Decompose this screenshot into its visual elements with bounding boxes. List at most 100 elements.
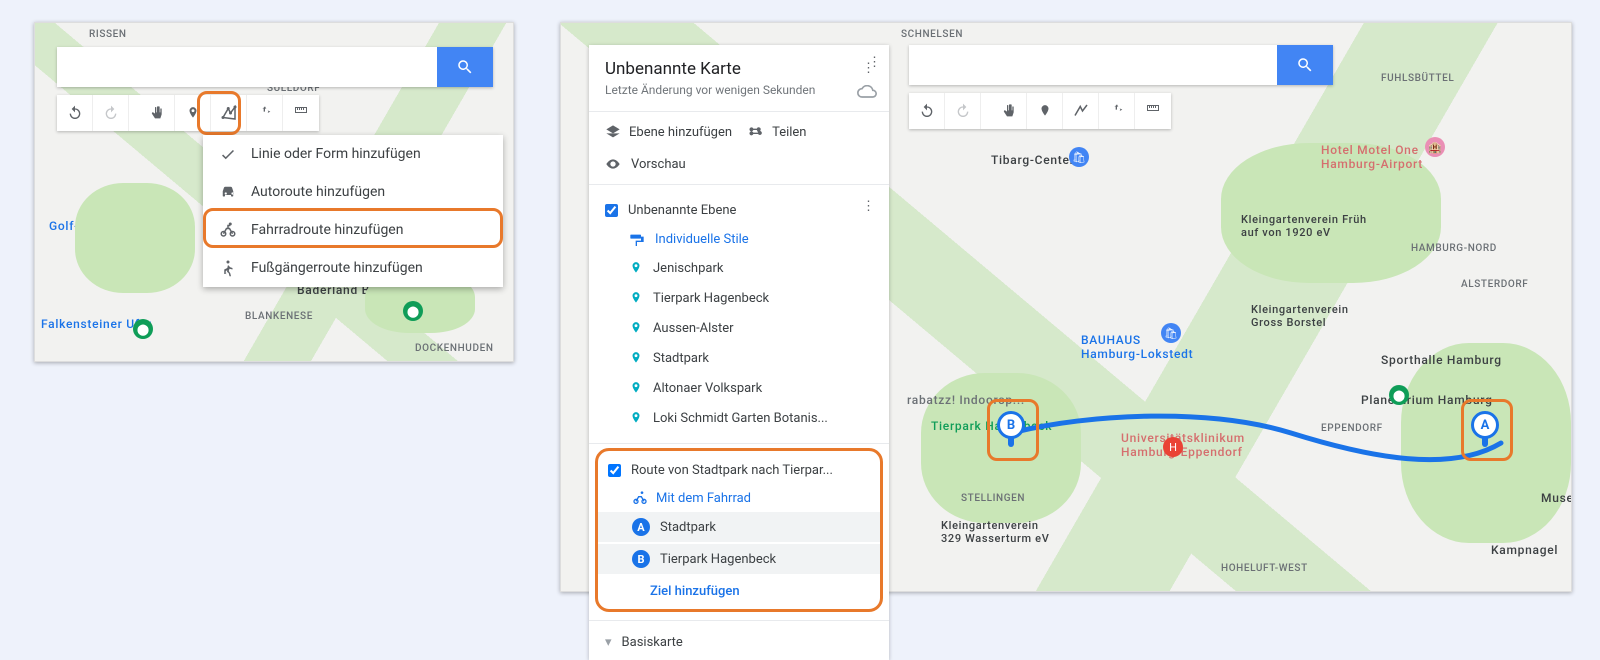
map-label: Sporthalle Hamburg [1381, 353, 1502, 367]
search-button[interactable] [437, 47, 493, 87]
map-label: HOHELUFT-WEST [1221, 563, 1308, 574]
map-label: Muse [1541, 491, 1571, 505]
map-label: Kleingartenverein Gross Borstel [1251, 303, 1371, 329]
route-name: Route von Stadtpark nach Tierpar... [631, 463, 833, 478]
layer-options-button[interactable]: ⋮ [858, 195, 879, 218]
add-layer-button[interactable]: Ebene hinzufügen [605, 124, 732, 140]
place-label: Aussen-Alster [653, 321, 734, 336]
map-poi[interactable]: ⬤ [133, 319, 153, 339]
route-mode[interactable]: Mit dem Fahrrad [598, 486, 880, 510]
route-visibility-checkbox[interactable] [608, 464, 621, 477]
map-subtitle: Letzte Änderung vor wenigen Sekunden [605, 83, 873, 97]
pin-icon [629, 289, 643, 307]
redo-button[interactable] [945, 93, 981, 129]
draw-dropdown: Linie oder Form hinzufügen Autoroute hin… [203, 135, 503, 287]
place-item[interactable]: Altonaer Volkspark [589, 373, 889, 403]
eye-icon [605, 156, 621, 172]
route-badge: B [632, 550, 650, 568]
pin-icon [629, 379, 643, 397]
undo-button[interactable] [57, 95, 93, 131]
pin-icon [629, 319, 643, 337]
poi-shopping[interactable]: 🛍 [1069, 147, 1089, 167]
pin-icon [629, 349, 643, 367]
map-label: Planetarium Hamburg [1361, 393, 1493, 407]
layer-visibility-checkbox[interactable] [605, 204, 618, 217]
map-title[interactable]: Unbenannte Karte [605, 59, 873, 79]
marker-button[interactable] [175, 95, 211, 131]
side-header: Unbenannte Karte Letzte Änderung vor wen… [589, 45, 889, 107]
draw-line-button[interactable] [1063, 93, 1099, 129]
marker-button[interactable] [1027, 93, 1063, 129]
pan-hand-button[interactable] [139, 95, 175, 131]
route-title-row[interactable]: Route von Stadtpark nach Tierpar... [598, 455, 880, 486]
dropdown-item-car[interactable]: Autoroute hinzufügen [203, 173, 503, 211]
route-point[interactable]: BTierpark Hagenbeck [598, 544, 880, 574]
draw-line-button[interactable] [211, 95, 247, 131]
place-item[interactable]: Stadtpark [589, 343, 889, 373]
layer-style-link[interactable]: Individuelle Stile [589, 226, 889, 253]
map-marker-a[interactable]: A [1471, 411, 1501, 449]
dropdown-item-walk[interactable]: Fußgängerroute hinzufügen [203, 249, 503, 287]
redo-button[interactable] [93, 95, 129, 131]
poi-hospital[interactable]: H [1163, 437, 1183, 457]
map-label: RISSEN [89, 29, 127, 40]
poi-hotel[interactable]: 🏨 [1425, 137, 1445, 157]
chevron-down-icon: ▾ [605, 635, 612, 650]
place-item[interactable]: Loki Schmidt Garten Botanis... [589, 403, 889, 433]
measure-button[interactable] [1135, 93, 1171, 129]
map-label: Kampnagel [1491, 543, 1558, 557]
map-label: SCHNELSEN [901, 29, 963, 40]
dropdown-item-bike[interactable]: Fahrradroute hinzufügen [203, 211, 503, 249]
map-poi[interactable]: ⬤ [403, 301, 423, 321]
place-label: Tierpark Hagenbeck [653, 291, 769, 306]
dropdown-label: Autoroute hinzufügen [251, 184, 385, 200]
cloud-sync-icon [857, 85, 877, 103]
pan-hand-button[interactable] [991, 93, 1027, 129]
search-input[interactable] [909, 45, 1277, 85]
search-icon [1296, 56, 1314, 74]
map-label: EPPENDORF [1321, 423, 1383, 434]
layer-block: ⋮ Unbenannte Ebene Individuelle Stile Je… [589, 189, 889, 439]
search-bar [57, 47, 493, 87]
route-options-button[interactable]: ⋮ [864, 51, 885, 74]
map-label: BLANKENESE [245, 311, 313, 322]
basemap-row[interactable]: ▾ Basiskarte [589, 625, 889, 660]
dropdown-item-line[interactable]: Linie oder Form hinzufügen [203, 135, 503, 173]
map-label: rabatzz! Indoorsp... [907, 393, 1025, 407]
search-input[interactable] [57, 47, 437, 87]
place-label: Stadtpark [653, 351, 709, 366]
walk-icon [219, 259, 237, 277]
directions-button[interactable] [247, 95, 283, 131]
undo-button[interactable] [909, 93, 945, 129]
route-layer-block: ⋮ Route von Stadtpark nach Tierpar... Mi… [595, 448, 883, 612]
pin-icon [629, 409, 643, 427]
poi-park[interactable]: ⬤ [1389, 385, 1409, 405]
preview-button[interactable]: Vorschau [589, 148, 889, 180]
share-button[interactable]: Teilen [748, 124, 806, 140]
layer-title-row[interactable]: Unbenannte Ebene [589, 195, 889, 226]
poi-shopping[interactable]: 🛍 [1161, 323, 1181, 343]
place-item[interactable]: Aussen-Alster [589, 313, 889, 343]
paint-roller-icon [629, 233, 645, 247]
basemap-label: Basiskarte [622, 635, 683, 650]
map-label: Kleingartenverein 329 Wasserturm eV [941, 519, 1061, 545]
add-destination-link[interactable]: Ziel hinzufügen [598, 576, 880, 605]
place-item[interactable]: Jenischpark [589, 253, 889, 283]
bike-icon [219, 221, 237, 239]
route-point[interactable]: AStadtpark [598, 512, 880, 542]
dropdown-label: Fahrradroute hinzufügen [251, 222, 403, 238]
directions-button[interactable] [1099, 93, 1135, 129]
map-label: Tierpark Hagenbeck [931, 419, 1052, 433]
measure-button[interactable] [283, 95, 319, 131]
screenshot-right: SCHNELSEN FUHLSBÜTTEL Tibarg-Center Brie… [560, 22, 1572, 592]
map-marker-b[interactable]: B [997, 411, 1027, 449]
map-label: Universitätsklinikum Hamburg-Eppendorf [1121, 431, 1271, 459]
map-toolbar [57, 95, 319, 131]
place-item[interactable]: Tierpark Hagenbeck [589, 283, 889, 313]
route-mode-label: Mit dem Fahrrad [656, 491, 751, 506]
search-button[interactable] [1277, 45, 1333, 85]
map-label: Tibarg-Center [991, 153, 1075, 167]
route-point-label: Stadtpark [660, 520, 716, 535]
map-label: DOCKENHUDEN [415, 343, 494, 354]
dropdown-label: Linie oder Form hinzufügen [251, 146, 421, 162]
